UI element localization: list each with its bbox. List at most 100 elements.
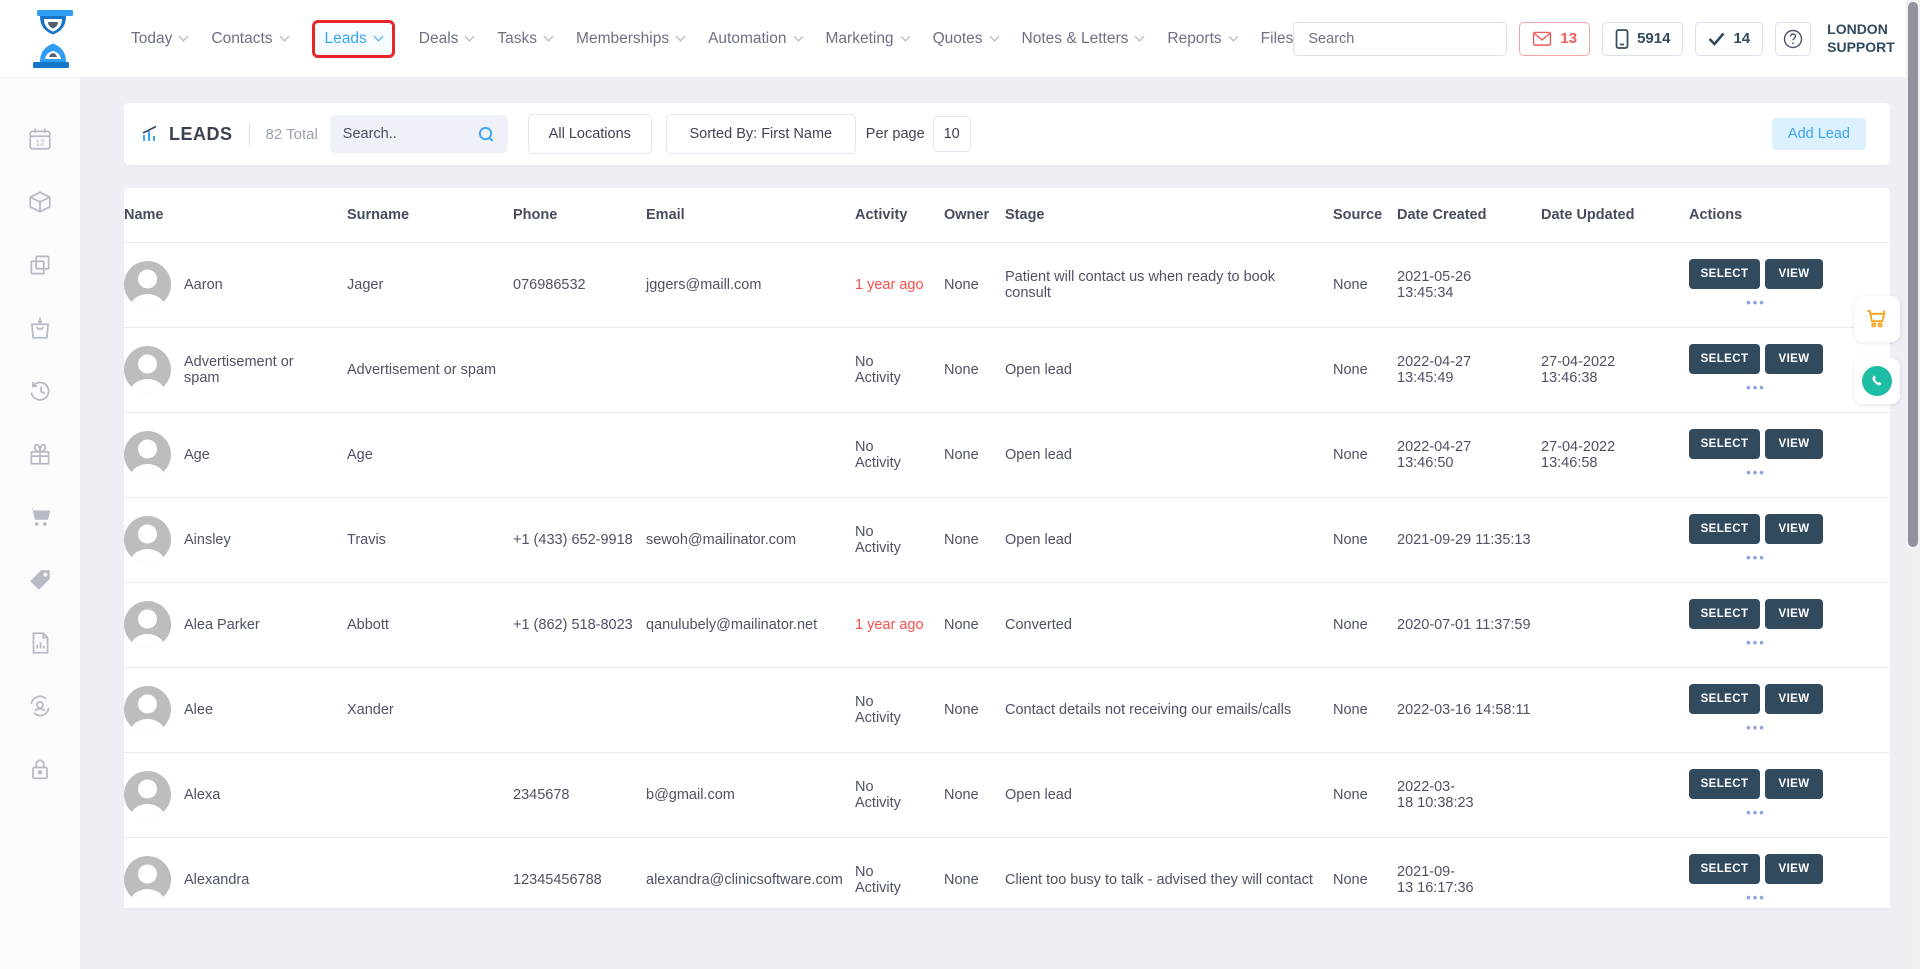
nav-item-reports[interactable]: Reports (1167, 30, 1236, 48)
view-button[interactable]: VIEW (1765, 599, 1823, 629)
lead-name: Alexandra (184, 872, 249, 888)
nav-item-quotes[interactable]: Quotes (933, 30, 998, 48)
more-actions-button[interactable]: ••• (1689, 635, 1823, 650)
owner-cell: None (944, 752, 1005, 837)
email-cell: jggers@maill.com (646, 242, 855, 327)
name-cell: Alexandra (124, 837, 347, 908)
view-button[interactable]: VIEW (1765, 684, 1823, 714)
scrollbar-thumb[interactable] (1908, 2, 1918, 547)
scrollbar-track[interactable] (1906, 0, 1920, 969)
table-row: Advertisement or spam Advertisement or s… (124, 327, 1890, 412)
chevron-down-icon (1135, 32, 1145, 42)
gift-icon[interactable] (27, 441, 53, 467)
name-cell: Alea Parker (124, 582, 347, 667)
nav-item-deals[interactable]: Deals (419, 30, 474, 48)
date-created-cell: 2021-05-26 13:45:34 (1397, 242, 1541, 327)
view-button[interactable]: VIEW (1765, 429, 1823, 459)
owner-cell: None (944, 667, 1005, 752)
nav-item-contacts[interactable]: Contacts (211, 30, 287, 48)
col-header-surname: Surname (347, 188, 513, 242)
add-lead-button[interactable]: Add Lead (1772, 118, 1866, 150)
left-sidebar: 12 (0, 78, 80, 969)
calendar-icon[interactable]: 12 (27, 126, 53, 152)
activity-cell: 1 year ago (855, 242, 944, 327)
nav-item-tasks[interactable]: Tasks (497, 30, 552, 48)
select-button[interactable]: SELECT (1689, 684, 1760, 714)
nav-item-automation[interactable]: Automation (708, 30, 801, 48)
email-cell (646, 667, 855, 752)
leads-table-card: Name Surname Phone Email Activity Owner … (124, 188, 1890, 908)
select-button[interactable]: SELECT (1689, 514, 1760, 544)
main-content: LEADS 82 Total All Locations Sorted By: … (80, 78, 1906, 969)
price-tag-icon[interactable] (27, 567, 53, 593)
floating-cart-widget[interactable] (1854, 296, 1900, 342)
view-button[interactable]: VIEW (1765, 344, 1823, 374)
select-button[interactable]: SELECT (1689, 769, 1760, 799)
shopping-bag-icon[interactable] (27, 315, 53, 341)
messages-badge[interactable]: 13 (1519, 22, 1590, 56)
select-button[interactable]: SELECT (1689, 854, 1760, 884)
more-actions-button[interactable]: ••• (1689, 295, 1823, 310)
top-bar: Today Contacts Leads Deals Tasks Members… (0, 0, 1920, 78)
stage-cell: Client too busy to talk - advised they w… (1005, 837, 1333, 908)
report-icon[interactable] (27, 630, 53, 656)
leads-search-input[interactable] (343, 126, 463, 142)
view-button[interactable]: VIEW (1765, 514, 1823, 544)
global-search-input[interactable] (1294, 23, 1507, 55)
view-button[interactable]: VIEW (1765, 854, 1823, 884)
email-cell (646, 412, 855, 497)
more-actions-button[interactable]: ••• (1689, 805, 1823, 820)
table-row: Aaron Jager 076986532 jggers@maill.com 1… (124, 242, 1890, 327)
more-actions-button[interactable]: ••• (1689, 465, 1823, 480)
chevron-down-icon (900, 32, 910, 42)
help-button[interactable] (1775, 22, 1811, 56)
surname-cell: Advertisement or spam (347, 327, 513, 412)
more-actions-button[interactable]: ••• (1689, 890, 1823, 905)
chevron-down-icon (179, 32, 189, 42)
chevron-down-icon (544, 32, 554, 42)
cart-icon[interactable] (27, 504, 53, 530)
nav-item-leads[interactable]: Leads (325, 30, 382, 48)
more-actions-button[interactable]: ••• (1689, 550, 1823, 565)
lead-name: Advertisement or spam (184, 354, 324, 386)
select-button[interactable]: SELECT (1689, 344, 1760, 374)
location-filter[interactable]: All Locations (528, 114, 652, 154)
tasks-badge[interactable]: 14 (1695, 22, 1763, 56)
search-icon[interactable] (478, 126, 495, 143)
account-sync-icon[interactable] (27, 693, 53, 719)
nav-item-notes-letters[interactable]: Notes & Letters (1022, 30, 1144, 48)
actions-cell: SELECT VIEW ••• (1689, 497, 1890, 582)
per-page-value[interactable]: 10 (933, 116, 971, 152)
activity-cell: No Activity (855, 752, 944, 837)
calls-badge[interactable]: 5914 (1602, 22, 1683, 56)
more-actions-button[interactable]: ••• (1689, 380, 1823, 395)
surname-cell: Travis (347, 497, 513, 582)
nav-item-files[interactable]: Files (1261, 30, 1294, 48)
select-button[interactable]: SELECT (1689, 599, 1760, 629)
floating-phone-widget[interactable] (1854, 358, 1900, 404)
history-icon[interactable] (27, 378, 53, 404)
nav-item-marketing[interactable]: Marketing (826, 30, 909, 48)
nav-item-memberships[interactable]: Memberships (576, 30, 684, 48)
col-header-actions: Actions (1689, 188, 1890, 242)
sort-filter[interactable]: Sorted By: First Name (666, 114, 856, 154)
owner-cell: None (944, 582, 1005, 667)
table-header-row: Name Surname Phone Email Activity Owner … (124, 188, 1890, 242)
table-row: Ainsley Travis +1 (433) 652-9918 sewoh@m… (124, 497, 1890, 582)
date-updated-cell (1541, 837, 1689, 908)
lock-icon[interactable] (27, 756, 53, 782)
select-button[interactable]: SELECT (1689, 429, 1760, 459)
package-icon[interactable] (27, 189, 53, 215)
copy-icon[interactable] (27, 252, 53, 278)
view-button[interactable]: VIEW (1765, 769, 1823, 799)
phone-cell: 2345678 (513, 752, 646, 837)
app-logo-hourglass-icon[interactable] (31, 10, 75, 68)
more-actions-button[interactable]: ••• (1689, 720, 1823, 735)
select-button[interactable]: SELECT (1689, 259, 1760, 289)
date-created-cell: 2021-09-13 16:17:36 (1397, 837, 1541, 908)
surname-cell: Jager (347, 242, 513, 327)
lead-name: Alea Parker (184, 617, 260, 633)
chevron-down-icon (676, 32, 686, 42)
nav-item-today[interactable]: Today (131, 30, 187, 48)
view-button[interactable]: VIEW (1765, 259, 1823, 289)
